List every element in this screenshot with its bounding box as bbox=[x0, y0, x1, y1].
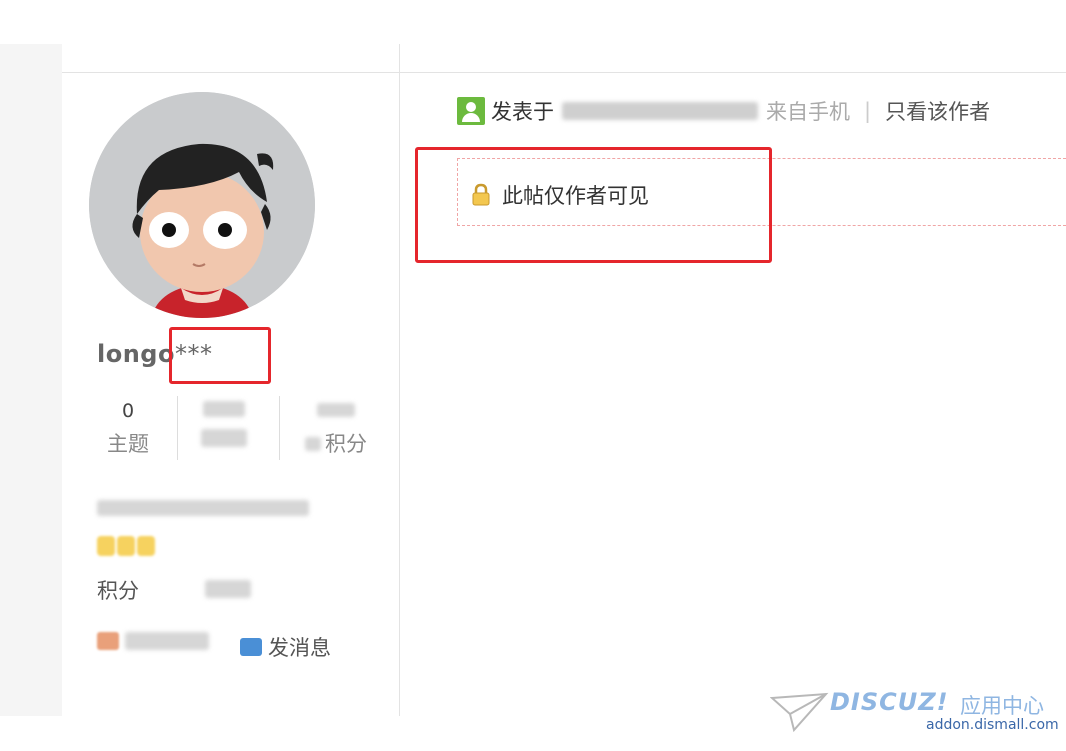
watermark: DISCUZ! 应用中心 addon.dismall.com bbox=[770, 688, 1060, 738]
stat-replies[interactable] bbox=[180, 398, 268, 452]
highlight-box-username bbox=[169, 327, 271, 384]
star-icon bbox=[137, 536, 155, 556]
score-label: 积分 bbox=[97, 579, 139, 603]
envelope-icon bbox=[240, 638, 262, 656]
stat-threads[interactable]: 0 主题 bbox=[84, 398, 172, 458]
stat-replies-label bbox=[180, 428, 268, 452]
add-friend-button[interactable] bbox=[97, 632, 209, 650]
left-strip bbox=[0, 44, 62, 716]
watermark-brand: DISCUZ! bbox=[830, 688, 949, 716]
username-visible: longo bbox=[97, 340, 175, 368]
stat-threads-label: 主题 bbox=[107, 432, 149, 456]
score-value bbox=[205, 580, 251, 598]
rank-stars bbox=[97, 536, 157, 560]
star-icon bbox=[97, 536, 115, 556]
watermark-url: addon.dismall.com bbox=[926, 717, 1059, 733]
avatar[interactable] bbox=[89, 92, 315, 318]
star-icon bbox=[117, 536, 135, 556]
add-friend-label bbox=[125, 632, 209, 650]
post-date bbox=[562, 102, 758, 120]
highlight-box-locked bbox=[415, 147, 772, 263]
stat-threads-value: 0 bbox=[121, 400, 135, 422]
stat-score-value bbox=[292, 398, 380, 424]
stat-score-label: 积分 bbox=[292, 428, 380, 458]
meta-separator: | bbox=[864, 99, 872, 123]
post-meta: 发表于 来自手机 | 只看该作者 bbox=[457, 96, 990, 126]
user-icon bbox=[457, 97, 485, 125]
stat-score[interactable]: 积分 bbox=[292, 398, 380, 458]
column-divider bbox=[399, 44, 400, 716]
paper-plane-icon bbox=[770, 692, 829, 733]
author-actions: 发消息 bbox=[97, 632, 357, 662]
add-friend-icon bbox=[97, 632, 119, 650]
user-group-title[interactable] bbox=[97, 500, 309, 516]
stat-divider bbox=[177, 396, 178, 460]
send-message-label: 发消息 bbox=[268, 636, 331, 660]
watermark-brand-cn: 应用中心 bbox=[960, 694, 1044, 718]
author-stats: 0 主题 积分 bbox=[96, 396, 376, 462]
stat-replies-value bbox=[180, 398, 268, 424]
post-source: 来自手机 bbox=[766, 100, 850, 124]
stat-divider bbox=[279, 396, 280, 460]
posted-at-label: 发表于 bbox=[491, 100, 554, 124]
top-divider bbox=[62, 72, 1066, 73]
send-message-button[interactable]: 发消息 bbox=[240, 632, 331, 662]
only-author-link[interactable]: 只看该作者 bbox=[885, 96, 990, 126]
